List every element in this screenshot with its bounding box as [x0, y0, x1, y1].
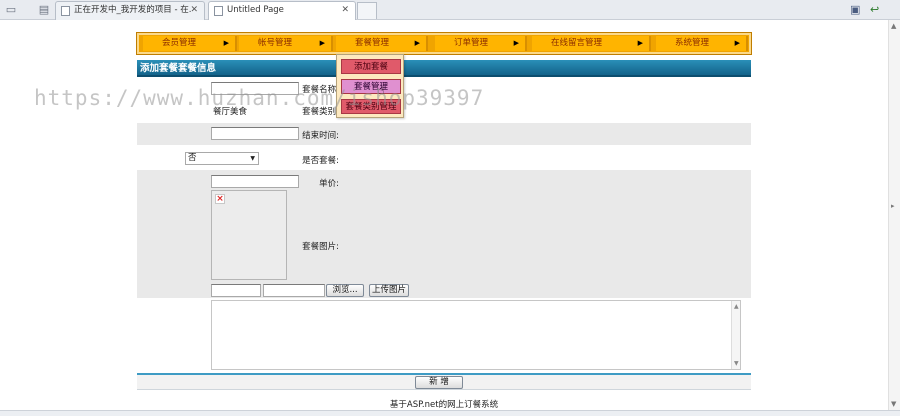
watermark: https://www.huzhan.com/ishop39397: [34, 86, 485, 110]
nav-item-members[interactable]: 会员管理 ▶: [143, 36, 237, 51]
close-icon[interactable]: ✕: [190, 2, 198, 19]
document-icon[interactable]: ▤: [36, 2, 52, 18]
nav-item-label: 在线留言管理: [551, 38, 603, 48]
nav-item-packages[interactable]: 套餐管理 ▶: [336, 36, 428, 51]
is-package-select[interactable]: 否 ▼: [185, 152, 259, 165]
nav-item-accounts[interactable]: 帐号管理 ▶: [239, 36, 333, 51]
scroll-down-icon[interactable]: ▼: [734, 360, 739, 367]
submit-bar: 新 增: [137, 375, 751, 390]
file-path-input-2[interactable]: [263, 284, 325, 297]
nav-item-label: 套餐管理: [355, 38, 390, 48]
menu-item-add-package[interactable]: 添加套餐: [341, 59, 401, 74]
browser-tab-1[interactable]: 正在开发中_我开发的项目 - 在. ✕: [55, 1, 205, 20]
scroll-down-icon[interactable]: ▼: [891, 400, 896, 408]
browser-tab-2-title: Untitled Page: [227, 5, 284, 15]
close-icon[interactable]: ✕: [341, 2, 349, 19]
nav-item-orders[interactable]: 订单管理 ▶: [435, 36, 527, 51]
row-end-time: 结束时间:: [137, 123, 751, 145]
arrow-right-icon: ▶: [319, 39, 325, 47]
back-arrow-icon[interactable]: ↩: [870, 3, 879, 16]
chevron-down-icon: ▼: [250, 155, 255, 162]
nav-item-label: 订单管理: [454, 38, 489, 48]
nav-item-label: 会员管理: [162, 38, 197, 48]
save-icon[interactable]: ▣: [850, 3, 860, 16]
main-nav: 会员管理 ▶ 帐号管理 ▶ 套餐管理 ▶ 订单管理 ▶ 在线留言管理 ▶ 系统管…: [136, 32, 752, 55]
notes-textarea[interactable]: ▲ ▼: [211, 300, 741, 370]
tab-page-icon: [214, 6, 223, 16]
arrow-right-icon: ▶: [637, 39, 643, 47]
browser-tab-bar: ▭ ▤ 正在开发中_我开发的项目 - 在. ✕ Untitled Page ✕ …: [0, 0, 900, 20]
price-label: 单价:: [319, 179, 339, 189]
nav-item-label: 系统管理: [675, 38, 710, 48]
textarea-scrollbar[interactable]: ▲ ▼: [731, 301, 740, 369]
nav-item-messages[interactable]: 在线留言管理 ▶: [532, 36, 651, 51]
footer-copyright: 基于ASP.net的网上订餐系统: [389, 400, 499, 410]
upload-image-button[interactable]: 上传图片: [369, 284, 409, 297]
browser-tab-1-title: 正在开发中_我开发的项目 - 在.: [74, 5, 192, 15]
arrow-right-icon: ▶: [513, 39, 519, 47]
scroll-up-icon[interactable]: ▲: [891, 22, 896, 30]
end-time-input[interactable]: [211, 127, 299, 140]
arrow-right-icon: ▶: [414, 39, 420, 47]
arrow-right-icon: ▶: [223, 39, 229, 47]
scroll-right-icon: ▸: [891, 202, 895, 210]
add-submit-button[interactable]: 新 增: [415, 376, 463, 389]
file-path-input[interactable]: [211, 284, 261, 297]
browse-button[interactable]: 浏览...: [326, 284, 364, 297]
broken-image-icon: ×: [215, 194, 225, 204]
scroll-up-icon[interactable]: ▲: [734, 303, 739, 310]
is-package-label: 是否套餐:: [302, 156, 339, 166]
nav-item-system[interactable]: 系统管理 ▶: [656, 36, 748, 51]
new-tab-button[interactable]: [357, 2, 377, 19]
arrow-right-icon: ▶: [734, 39, 740, 47]
nav-item-label: 帐号管理: [258, 38, 293, 48]
row-price-image: 单价: × 套餐图片: 浏览... 上传图片: [137, 170, 751, 298]
end-time-label: 结束时间:: [302, 131, 339, 141]
browser-tab-2[interactable]: Untitled Page ✕: [208, 1, 356, 20]
is-package-selected-value: 否: [188, 153, 197, 163]
status-bar: [0, 410, 900, 416]
section-title: 添加套餐套餐信息: [137, 60, 751, 77]
package-image-preview: ×: [211, 190, 287, 280]
row-notes: 备注 ▲ ▼: [137, 298, 751, 372]
tab-page-icon: [61, 6, 70, 16]
row-is-package: 是否套餐: 否 ▼: [137, 150, 751, 168]
page-scrollbar[interactable]: ▲ ▸ ▼: [888, 20, 900, 410]
page-icon[interactable]: ▭: [3, 2, 19, 18]
price-input[interactable]: [211, 175, 299, 188]
package-image-label: 套餐图片:: [302, 242, 339, 252]
